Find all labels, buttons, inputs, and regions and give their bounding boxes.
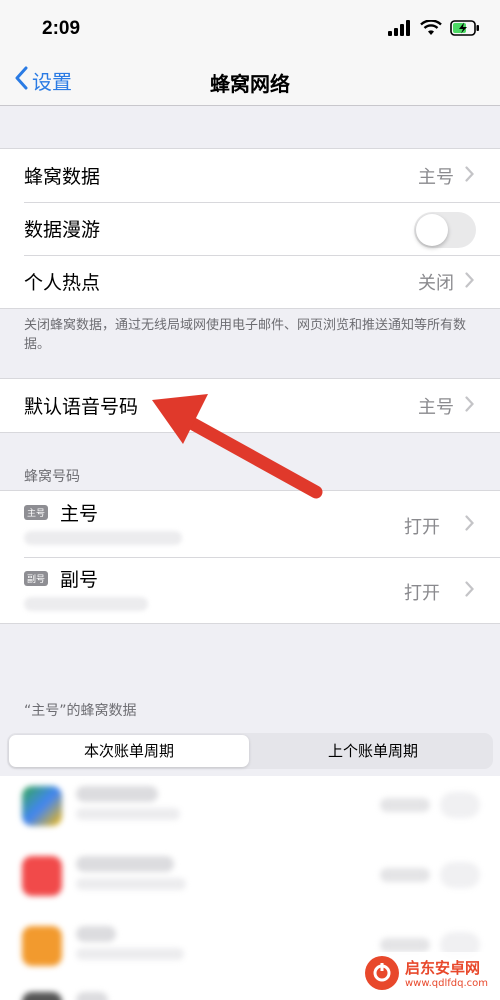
cellular-lines-header: 蜂窝号码 <box>24 469 80 485</box>
watermark-logo-icon <box>364 956 399 990</box>
line-badge: 副号 <box>24 571 49 586</box>
last-period-segment[interactable]: 上个账单周期 <box>253 735 493 767</box>
list-item[interactable] <box>0 846 500 912</box>
redacted-phone-number <box>24 531 182 545</box>
redacted-app-name <box>76 856 174 872</box>
app-icon <box>22 992 62 1000</box>
chevron-right-icon <box>465 515 474 535</box>
redacted-usage-value <box>380 938 430 952</box>
navigation-bar: 设置 蜂窝网络 <box>0 58 500 106</box>
personal-hotspot-row[interactable]: 个人热点 关闭 <box>0 255 500 308</box>
redacted-app-name <box>76 992 108 1000</box>
status-icons <box>388 19 480 40</box>
usage-section-header: “主号”的蜂窝数据 <box>24 703 137 719</box>
cellular-lines-group: 主号 主号 打开 副号 副号 打开 <box>0 490 500 624</box>
watermark: 启东安卓网 www.qdlfdq.com <box>358 952 494 994</box>
default-voice-line-label: 默认语音号码 <box>24 396 139 418</box>
app-icon <box>22 856 62 896</box>
personal-hotspot-label: 个人热点 <box>24 272 101 294</box>
line-status-value: 打开 <box>404 517 440 538</box>
line-row-primary[interactable]: 主号 主号 打开 <box>0 491 500 557</box>
chevron-right-icon <box>465 165 474 186</box>
cellular-data-label: 蜂窝数据 <box>24 166 101 188</box>
default-voice-line-row[interactable]: 默认语音号码 主号 <box>0 379 500 432</box>
redacted-app-usage <box>76 948 184 960</box>
redacted-app-name <box>76 786 158 802</box>
personal-hotspot-value: 关闭 <box>418 272 454 294</box>
redacted-usage-value <box>380 868 430 882</box>
redacted-app-toggle <box>440 792 480 818</box>
data-roaming-label: 数据漫游 <box>24 219 101 241</box>
line-name: 主号 <box>60 503 99 525</box>
redacted-phone-number <box>24 597 148 611</box>
watermark-title: 启东安卓网 <box>404 959 480 977</box>
cellular-data-footer-note: 关闭蜂窝数据，通过无线局域网使用电子邮件、网页浏览和推送通知等所有数据。 <box>24 318 467 352</box>
status-bar: 2:09 <box>0 0 500 58</box>
redacted-app-usage <box>76 878 186 890</box>
watermark-url: www.qdlfdq.com <box>404 978 488 989</box>
cellular-settings-group: 蜂窝数据 主号 数据漫游 个人热点 关闭 <box>0 148 500 309</box>
line-row-secondary[interactable]: 副号 副号 打开 <box>0 557 500 623</box>
current-period-segment[interactable]: 本次账单周期 <box>9 735 249 767</box>
wifi-icon <box>420 19 442 40</box>
watermark-text: 启东安卓网 www.qdlfdq.com <box>405 957 488 989</box>
chevron-right-icon <box>465 271 474 292</box>
app-icon <box>22 786 62 826</box>
chevron-right-icon <box>465 395 474 416</box>
default-voice-line-value: 主号 <box>418 396 454 418</box>
cellular-signal-icon <box>388 20 412 40</box>
page-title: 蜂窝网络 <box>210 72 290 96</box>
cellular-data-row[interactable]: 蜂窝数据 主号 <box>0 149 500 202</box>
data-roaming-row: 数据漫游 <box>0 202 500 255</box>
line-badge: 主号 <box>24 505 49 520</box>
redacted-app-name <box>76 926 116 942</box>
toggle-knob <box>416 214 448 246</box>
chevron-right-icon <box>465 581 474 601</box>
default-voice-group: 默认语音号码 主号 <box>0 378 500 433</box>
app-icon <box>22 926 62 966</box>
battery-charging-icon <box>450 20 480 40</box>
data-roaming-toggle[interactable] <box>414 212 476 248</box>
redacted-app-usage <box>76 808 180 820</box>
status-time: 2:09 <box>42 18 81 39</box>
redacted-usage-value <box>380 798 430 812</box>
cellular-data-value: 主号 <box>418 166 454 188</box>
billing-period-segmented-control: 本次账单周期 上个账单周期 <box>7 733 493 769</box>
line-name: 副号 <box>60 569 99 591</box>
redacted-app-toggle <box>440 862 480 888</box>
line-status-value: 打开 <box>404 583 440 604</box>
list-item[interactable] <box>0 776 500 842</box>
